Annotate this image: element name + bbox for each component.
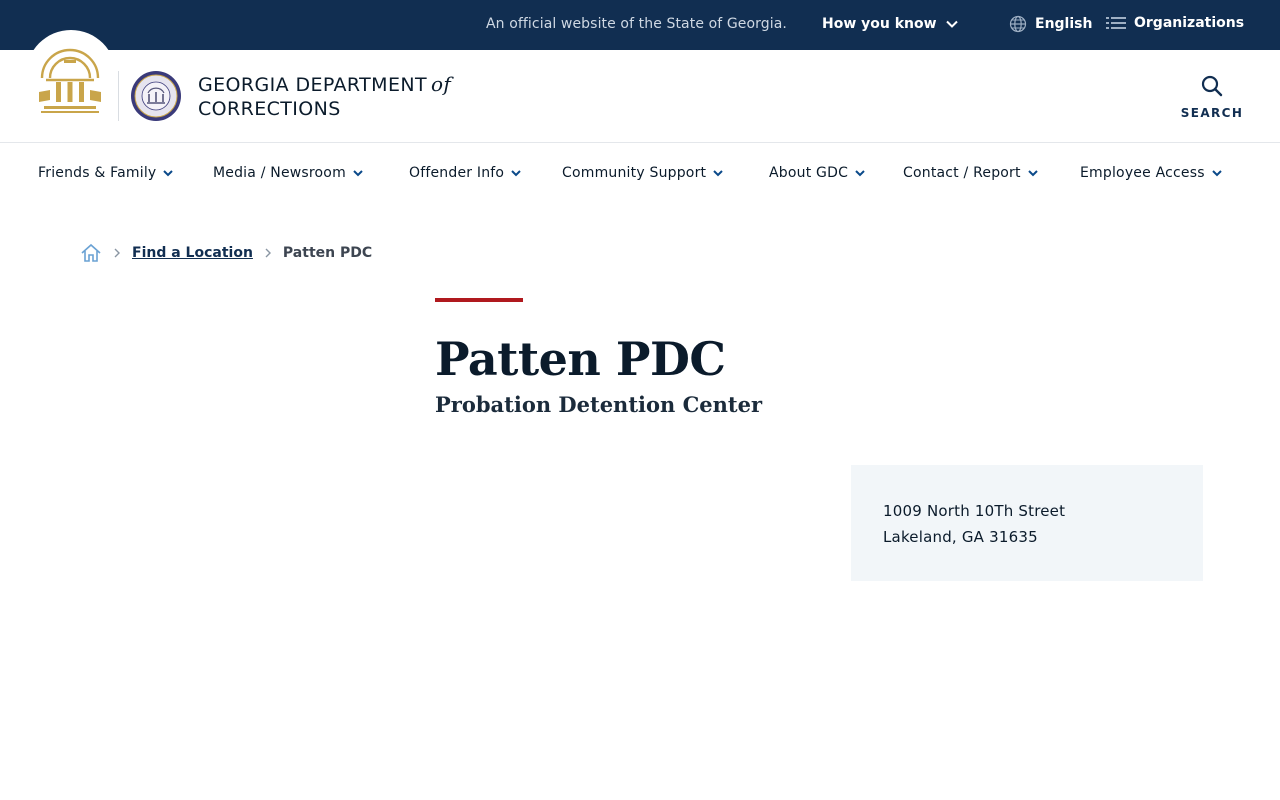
site-header: [0, 50, 1280, 143]
chevron-down-icon: [511, 170, 521, 177]
nav-item-offender-info[interactable]: Offender Info: [409, 165, 522, 181]
chevron-down-icon: [945, 20, 958, 28]
page-title: Patten PDC: [435, 332, 726, 386]
nav-item-label: Contact / Report: [903, 165, 1021, 181]
gdc-department-seal-icon[interactable]: [130, 70, 182, 122]
agency-name-line2: CORRECTIONS: [198, 98, 341, 120]
official-site-text: An official website of the State of Geor…: [486, 16, 787, 32]
breadcrumb-separator-icon: [263, 248, 273, 258]
breadcrumb-separator-icon: [112, 248, 122, 258]
globe-icon: [1009, 15, 1027, 33]
search-button[interactable]: SEARCH: [1178, 74, 1246, 121]
nav-item-friends-family[interactable]: Friends & Family: [38, 165, 174, 181]
search-icon: [1201, 75, 1223, 97]
breadcrumb-home-link[interactable]: [80, 242, 102, 264]
nav-item-label: Media / Newsroom: [213, 165, 346, 181]
home-icon: [81, 243, 101, 262]
page-subtitle: Probation Detention Center: [435, 392, 763, 417]
nav-item-employee-access[interactable]: Employee Access: [1080, 165, 1223, 181]
chevron-down-icon: [855, 170, 865, 177]
how-you-know-toggle[interactable]: How you know: [822, 16, 959, 32]
address-line1: 1009 North 10Th Street: [883, 502, 1066, 520]
georgia-seal-icon: [39, 48, 101, 113]
breadcrumb-current: Patten PDC: [282, 245, 373, 261]
nav-item-media-newsroom[interactable]: Media / Newsroom: [213, 165, 364, 181]
language-selector[interactable]: English: [1009, 15, 1092, 33]
chevron-down-icon: [1212, 170, 1222, 177]
breadcrumb-find-location-link[interactable]: Find a Location: [132, 245, 253, 261]
nav-item-label: Employee Access: [1080, 165, 1205, 181]
nav-item-contact-report[interactable]: Contact / Report: [903, 165, 1039, 181]
chevron-down-icon: [353, 170, 363, 177]
header-divider: [118, 71, 119, 121]
chevron-down-icon: [163, 170, 174, 177]
language-label: English: [1035, 16, 1093, 32]
official-site-banner: An official website of the State of Geor…: [0, 0, 1280, 50]
agency-name-line1: GEORGIA DEPARTMENT: [198, 74, 427, 96]
nav-item-about-gdc[interactable]: About GDC: [769, 165, 866, 181]
nav-item-label: Offender Info: [409, 165, 505, 181]
title-accent-bar: [435, 298, 523, 302]
search-label: SEARCH: [1180, 106, 1244, 120]
main-navigation: Friends & Family Media / Newsroom Offend…: [0, 143, 1280, 205]
nav-item-label: Community Support: [562, 165, 707, 181]
organizations-menu[interactable]: Organizations: [1106, 15, 1244, 31]
how-you-know-label: How you know: [822, 16, 937, 32]
address-card: 1009 North 10Th Street Lakeland, GA 3163…: [851, 465, 1203, 581]
nav-item-label: Friends & Family: [38, 165, 157, 181]
nav-item-label: About GDC: [769, 165, 849, 181]
nav-item-community-support[interactable]: Community Support: [562, 165, 724, 181]
organizations-label: Organizations: [1134, 15, 1245, 31]
agency-name[interactable]: GEORGIA DEPARTMENT of CORRECTIONS: [198, 72, 451, 121]
list-icon: [1106, 17, 1126, 29]
georgia-state-seal-link[interactable]: [26, 30, 116, 125]
agency-name-of: of: [430, 72, 452, 96]
address-line2: Lakeland, GA 31635: [883, 528, 1038, 546]
chevron-down-icon: [1027, 170, 1038, 177]
chevron-down-icon: [713, 170, 723, 177]
breadcrumb: Find a Location Patten PDC: [80, 242, 372, 264]
